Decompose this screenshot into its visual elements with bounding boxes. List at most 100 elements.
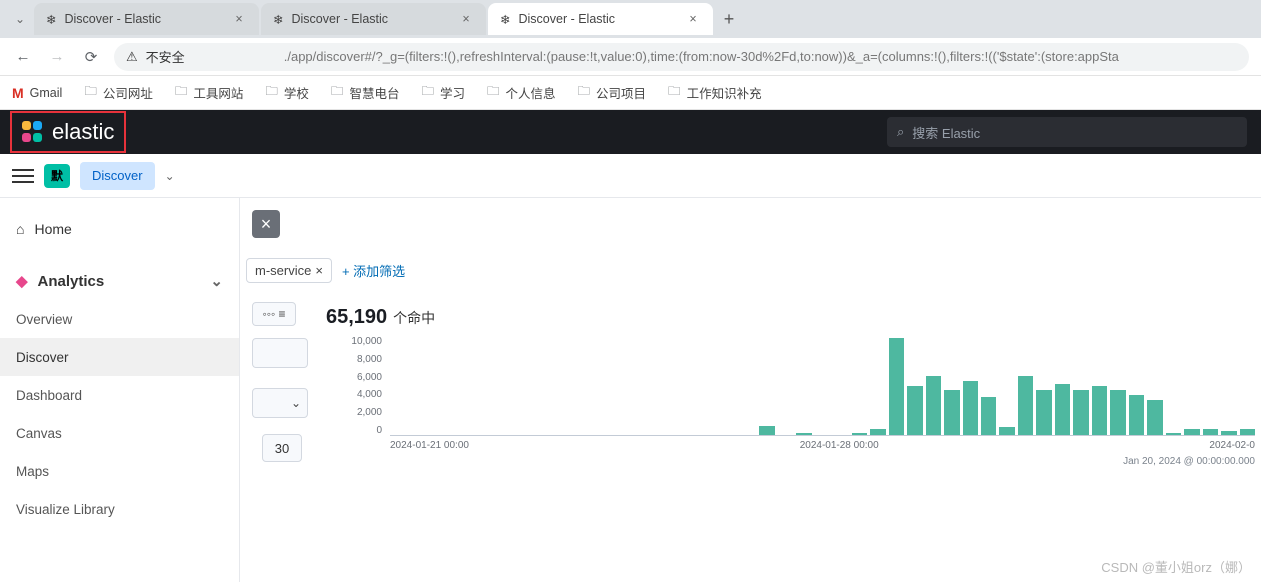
chart-bar [1073, 390, 1088, 435]
breadcrumb-current[interactable]: Discover [80, 162, 155, 190]
side-dashboard[interactable]: Dashboard [0, 376, 239, 414]
url-text: ./app/discover#/?_g=(filters:!(),refresh… [284, 49, 1119, 64]
chart-bar [1036, 390, 1051, 435]
side-discover[interactable]: Discover [0, 338, 239, 376]
toolbar-button[interactable] [252, 338, 308, 368]
bookmark-item[interactable]: 🗀公司网址 [84, 82, 153, 103]
brand-name: elastic [52, 119, 114, 145]
chart-bar [1203, 429, 1218, 435]
kibana-icon: ❄ [273, 12, 283, 27]
security-label: 不安全 [146, 47, 185, 66]
dropdown-button[interactable]: ⌄ [252, 388, 308, 418]
chart-bar [1018, 376, 1033, 435]
chart-bar [1166, 433, 1181, 435]
bookmark-gmail[interactable]: MGmail [12, 85, 62, 101]
bookmark-item[interactable]: 🗀智慧电台 [331, 82, 400, 103]
filter-bar: m-service × + 添加筛选 [246, 258, 405, 283]
space-badge[interactable]: 默 [44, 164, 70, 188]
add-filter-button[interactable]: + 添加筛选 [342, 261, 405, 280]
blurred-host [193, 49, 276, 64]
content-area: × m-service × + 添加筛选 ◦◦◦ ≡ ⌄ 30 65,190 个… [240, 198, 1261, 582]
folder-icon: 🗀 [487, 82, 500, 103]
watermark-text: CSDN @董小姐orz（娜） [1101, 557, 1251, 576]
new-tab-button[interactable]: + [715, 5, 743, 33]
hits-count: 65,190 个命中 [326, 306, 435, 329]
hits-number: 65,190 [326, 306, 387, 329]
browser-tab-active[interactable]: ❄ Discover - Elastic × [488, 3, 713, 35]
kibana-icon: ❄ [46, 12, 56, 27]
chart-bar [870, 429, 885, 435]
folder-icon: 🗀 [421, 82, 434, 103]
tab-list-caret-icon[interactable]: ⌄ [8, 7, 32, 31]
chart-bar [1110, 390, 1125, 435]
global-search-input[interactable]: ⌕ 搜索 Elastic [887, 117, 1247, 147]
hits-label: 个命中 [393, 308, 435, 328]
kibana-icon: ❄ [500, 12, 510, 27]
tab-title: Discover - Elastic [518, 12, 615, 26]
bookmark-item[interactable]: 🗀工作知识补充 [668, 82, 762, 103]
forward-button[interactable]: → [46, 46, 68, 68]
page-size-input[interactable]: 30 [262, 434, 302, 462]
reload-button[interactable]: ⟳ [80, 46, 102, 68]
chevron-down-icon[interactable]: ⌄ [165, 169, 175, 183]
chart-bar [1092, 386, 1107, 436]
search-icon: ⌕ [897, 124, 904, 140]
close-tab-icon[interactable]: × [231, 12, 247, 26]
side-maps[interactable]: Maps [0, 452, 239, 490]
bookmark-item[interactable]: 🗀公司项目 [578, 82, 647, 103]
gmail-icon: M [12, 85, 24, 101]
x-axis-ticks: 2024-01-21 00:00 2024-01-28 00:00 2024-0… [390, 440, 1255, 451]
folder-icon: 🗀 [84, 82, 97, 103]
nav-toggle-button[interactable] [12, 165, 34, 187]
bookmark-item[interactable]: 🗀个人信息 [487, 82, 556, 103]
bookmark-item[interactable]: 🗀学校 [265, 82, 309, 103]
y-axis-ticks: 10,000 8,000 6,000 4,000 2,000 0 [346, 336, 382, 436]
browser-tab-strip: ⌄ ❄ Discover - Elastic × ❄ Discover - El… [0, 0, 1261, 38]
close-tab-icon[interactable]: × [685, 12, 701, 26]
side-nav: ⌂ Home ◆ Analytics ⌄ Overview Discover D… [0, 198, 240, 582]
side-overview[interactable]: Overview [0, 300, 239, 338]
chart-bar [981, 397, 996, 435]
chart-bar [1184, 429, 1199, 435]
side-canvas[interactable]: Canvas [0, 414, 239, 452]
bookmark-item[interactable]: 🗀学习 [421, 82, 465, 103]
address-bar: ← → ⟳ ⚠ 不安全 ./app/discover#/?_g=(filters… [0, 38, 1261, 76]
home-icon: ⌂ [16, 221, 24, 237]
side-visualize[interactable]: Visualize Library [0, 490, 239, 528]
folder-icon: 🗀 [331, 82, 344, 103]
toolbar-button[interactable]: ◦◦◦ ≡ [252, 302, 296, 326]
chart-bar [907, 386, 922, 436]
chart-bar [889, 338, 904, 435]
side-section-analytics[interactable]: ◆ Analytics ⌄ [0, 262, 239, 300]
app-header: elastic ⌕ 搜索 Elastic [0, 110, 1261, 154]
chevron-down-icon: ⌄ [291, 396, 307, 410]
browser-tab[interactable]: ❄ Discover - Elastic × [261, 3, 486, 35]
side-home[interactable]: ⌂ Home [0, 210, 239, 248]
url-input[interactable]: ⚠ 不安全 ./app/discover#/?_g=(filters:!(),r… [114, 43, 1249, 71]
chart-bars[interactable] [390, 336, 1255, 436]
folder-icon: 🗀 [175, 82, 188, 103]
close-panel-button[interactable]: × [252, 210, 280, 238]
back-button[interactable]: ← [12, 46, 34, 68]
chart-bar [852, 433, 867, 435]
chevron-down-icon: ⌄ [210, 272, 223, 290]
filter-chip[interactable]: m-service × [246, 258, 332, 283]
insecure-icon: ⚠ [126, 49, 138, 65]
chart-bar [1147, 400, 1162, 435]
elastic-logo-highlight: elastic [10, 111, 126, 153]
chart-bar [963, 381, 978, 435]
main-split: ⌂ Home ◆ Analytics ⌄ Overview Discover D… [0, 198, 1261, 582]
folder-icon: 🗀 [578, 82, 591, 103]
chart-bar [759, 426, 774, 435]
tab-title: Discover - Elastic [291, 12, 388, 26]
chart-bar [999, 427, 1014, 435]
chart-bar [1221, 431, 1236, 435]
chart-bar [1129, 395, 1144, 435]
browser-tab[interactable]: ❄ Discover - Elastic × [34, 3, 259, 35]
bookmark-item[interactable]: 🗀工具网站 [175, 82, 244, 103]
close-tab-icon[interactable]: × [458, 12, 474, 26]
remove-filter-icon[interactable]: × [315, 263, 323, 278]
tab-title: Discover - Elastic [64, 12, 161, 26]
bookmark-bar: MGmail 🗀公司网址 🗀工具网站 🗀学校 🗀智慧电台 🗀学习 🗀个人信息 🗀… [0, 76, 1261, 110]
sub-header: 默 Discover ⌄ [0, 154, 1261, 198]
